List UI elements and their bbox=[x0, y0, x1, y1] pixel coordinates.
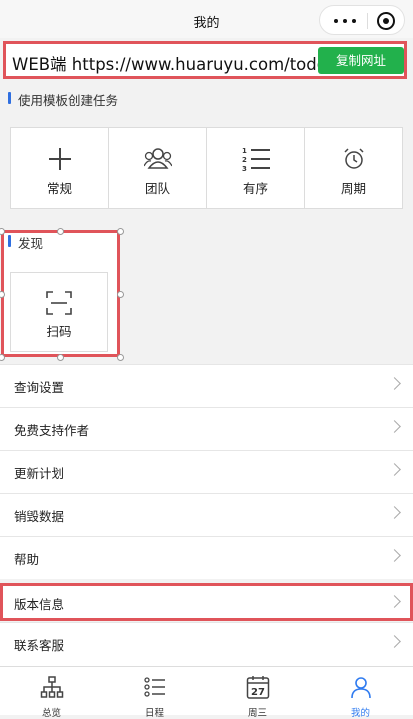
section-accent-bar bbox=[8, 92, 11, 104]
resize-handle[interactable] bbox=[0, 354, 5, 361]
plus-icon bbox=[48, 148, 71, 170]
menu-help[interactable]: 帮助 bbox=[0, 536, 413, 579]
svg-text:2: 2 bbox=[242, 156, 247, 164]
menu-item-label: 查询设置 bbox=[14, 380, 65, 395]
more-icon[interactable] bbox=[334, 19, 356, 23]
template-regular[interactable]: 常规 bbox=[11, 128, 109, 208]
chevron-right-icon bbox=[388, 549, 401, 562]
scan-icon bbox=[46, 291, 72, 315]
chevron-right-icon bbox=[388, 635, 401, 648]
chevron-right-icon bbox=[388, 463, 401, 476]
resize-handle[interactable] bbox=[117, 228, 124, 235]
person-icon bbox=[351, 677, 371, 699]
svg-text:3: 3 bbox=[242, 165, 247, 172]
menu-contact-support[interactable]: 联系客服 bbox=[0, 622, 413, 666]
section-accent-bar bbox=[8, 235, 11, 247]
mini-program-capsule bbox=[319, 5, 405, 35]
tab-label: 我的 bbox=[350, 708, 370, 719]
top-bar: 我的 bbox=[0, 0, 413, 38]
calendar-day: 27 bbox=[251, 687, 265, 698]
template-periodic[interactable]: 周期 bbox=[305, 128, 402, 208]
menu-version-info[interactable]: 版本信息 bbox=[0, 583, 413, 621]
menu-update-plan[interactable]: 更新计划 bbox=[0, 450, 413, 493]
capsule-divider bbox=[367, 13, 368, 29]
tab-overview[interactable]: 总览 bbox=[0, 667, 103, 719]
resize-handle[interactable] bbox=[117, 291, 124, 298]
chevron-right-icon bbox=[388, 377, 401, 390]
menu-item-label: 版本信息 bbox=[14, 597, 65, 612]
menu-item-label: 联系客服 bbox=[14, 638, 65, 653]
list-icon bbox=[144, 677, 165, 697]
resize-handle[interactable] bbox=[57, 354, 64, 361]
menu-query-settings[interactable]: 查询设置 bbox=[0, 364, 413, 407]
alarm-clock-icon bbox=[343, 148, 364, 169]
copy-url-button[interactable]: 复制网址 bbox=[318, 47, 404, 74]
hierarchy-icon bbox=[40, 676, 64, 698]
svg-text:1: 1 bbox=[242, 147, 247, 155]
template-label: 常规 bbox=[46, 181, 72, 196]
calendar-icon: 27 bbox=[246, 676, 270, 699]
template-ordered[interactable]: 1 2 3 有序 bbox=[207, 128, 305, 208]
web-url-box: WEB端 https://www.huaruyu.com/todo 复制网址 bbox=[3, 41, 407, 79]
template-grid: 常规 团队 1 2 3 有序 周期 bbox=[10, 127, 403, 209]
menu-destroy-data[interactable]: 销毁数据 bbox=[0, 493, 413, 536]
chevron-right-icon bbox=[388, 506, 401, 519]
chevron-right-icon bbox=[388, 420, 401, 433]
bottom-tab-bar: 总览 日程 27 周三 我的 bbox=[0, 666, 413, 719]
tab-label: 日程 bbox=[144, 708, 164, 719]
resize-handle[interactable] bbox=[117, 354, 124, 361]
scan-label: 扫码 bbox=[46, 324, 72, 339]
close-target-icon[interactable] bbox=[377, 12, 395, 30]
tab-label: 周三 bbox=[247, 708, 267, 719]
chevron-right-icon bbox=[388, 595, 401, 608]
tab-label: 总览 bbox=[41, 708, 61, 719]
tab-wednesday[interactable]: 27 周三 bbox=[206, 667, 309, 719]
template-team[interactable]: 团队 bbox=[109, 128, 207, 208]
template-label: 团队 bbox=[144, 181, 170, 196]
tab-mine[interactable]: 我的 bbox=[309, 667, 412, 719]
menu-support-author[interactable]: 免费支持作者 bbox=[0, 407, 413, 450]
resize-handle[interactable] bbox=[57, 228, 64, 235]
template-label: 有序 bbox=[242, 181, 268, 196]
team-icon bbox=[143, 148, 172, 169]
menu-item-label: 帮助 bbox=[14, 552, 40, 567]
web-url-text: WEB端 https://www.huaruyu.com/todo bbox=[12, 55, 327, 74]
ordered-list-icon: 1 2 3 bbox=[242, 147, 270, 172]
tab-schedule[interactable]: 日程 bbox=[103, 667, 206, 719]
template-label: 周期 bbox=[340, 181, 366, 196]
menu-item-label: 销毁数据 bbox=[14, 509, 65, 524]
menu-item-label: 更新计划 bbox=[14, 466, 65, 481]
scan-button[interactable]: 扫码 bbox=[10, 272, 108, 352]
menu-item-label: 免费支持作者 bbox=[14, 423, 90, 438]
